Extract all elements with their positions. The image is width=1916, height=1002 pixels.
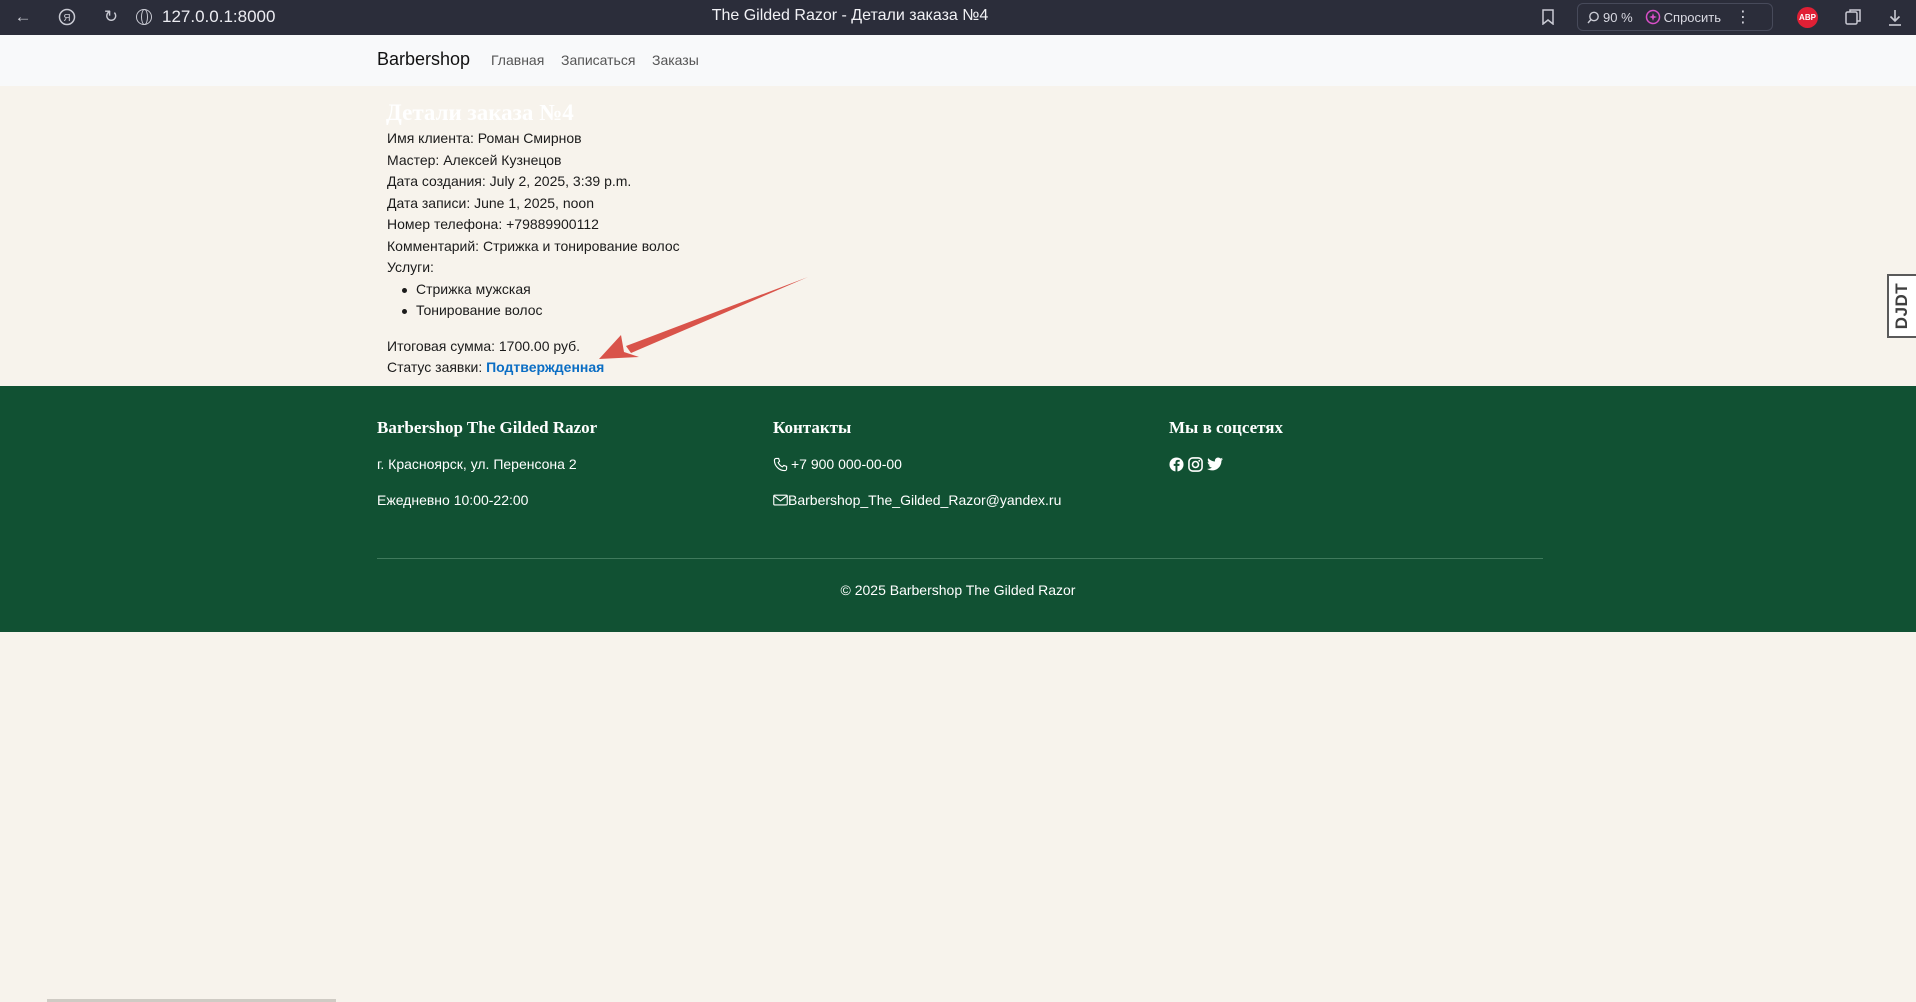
- debug-toolbar-label: DJDT: [1892, 282, 1912, 330]
- twitter-icon[interactable]: [1207, 457, 1223, 471]
- footer-contacts: Контакты +7 900 000-00-00 Barbershop_The…: [773, 416, 1153, 512]
- debug-toolbar-handle[interactable]: DJDT: [1887, 274, 1916, 338]
- facebook-icon[interactable]: [1169, 456, 1184, 472]
- footer-about: Barbershop The Gilded Razor г. Красноярс…: [377, 416, 757, 512]
- footer-social: Мы в соцсетях: [1169, 416, 1549, 476]
- footer-email[interactable]: Barbershop_The_Gilded_Razor@yandex.ru: [773, 488, 1153, 512]
- footer-copyright: © 2025 Barbershop The Gilded Razor: [840, 582, 1076, 598]
- footer-brand-title: Barbershop The Gilded Razor: [377, 418, 598, 437]
- footer-divider: [377, 558, 1543, 559]
- footer-hours: Ежедневно 10:00-22:00: [377, 492, 529, 508]
- footer-contacts-title: Контакты: [773, 418, 852, 437]
- footer-phone[interactable]: +7 900 000-00-00: [773, 452, 1153, 476]
- site-footer: Barbershop The Gilded Razor г. Красноярс…: [0, 386, 1916, 632]
- footer-social-title: Мы в соцсетях: [1169, 418, 1283, 437]
- instagram-icon[interactable]: [1188, 456, 1203, 472]
- social-links: [1169, 452, 1549, 476]
- footer-address: г. Красноярск, ул. Перенсона 2: [377, 456, 577, 472]
- envelope-icon: [773, 494, 788, 506]
- phone-icon: [773, 457, 788, 471]
